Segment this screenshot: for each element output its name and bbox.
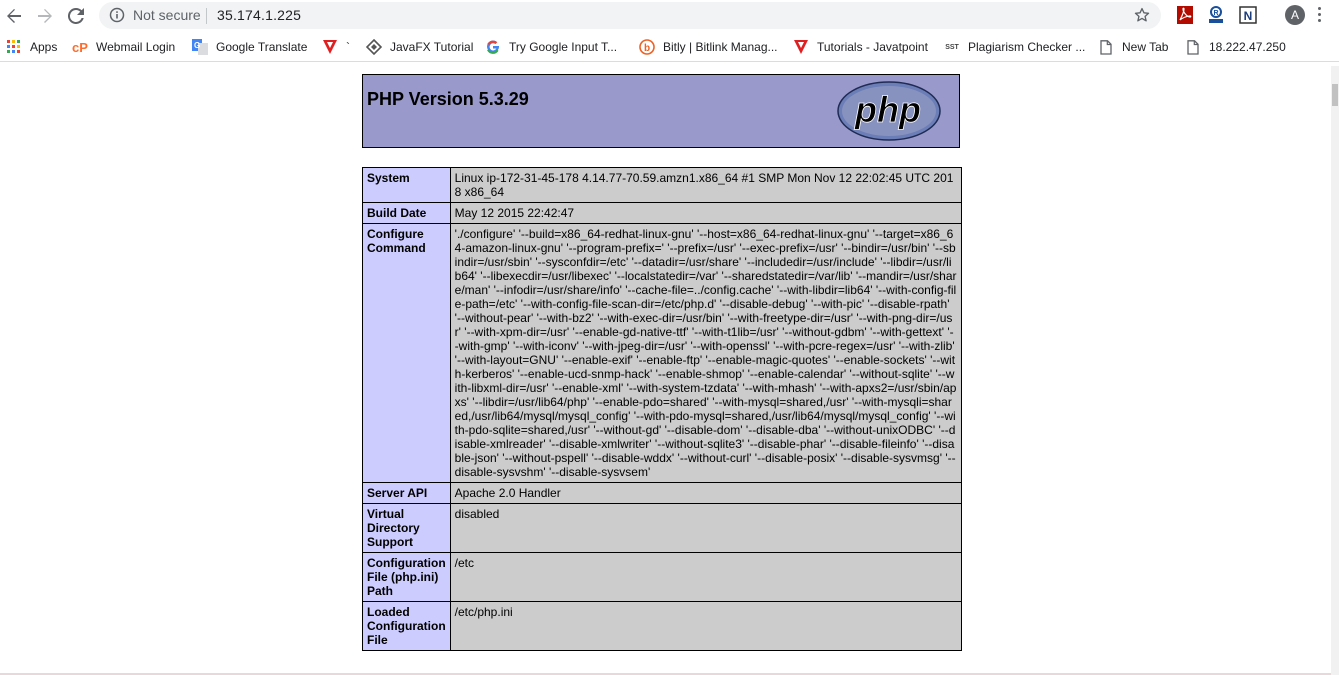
row-value: /etc: [449, 552, 963, 602]
bookmark-label: `: [346, 40, 350, 54]
table-row: Configure Command './configure' '--build…: [362, 223, 963, 483]
svg-text:N: N: [1244, 9, 1253, 23]
bookmark-label: Webmail Login: [96, 40, 176, 54]
phpinfo-table: System Linux ip-172-31-45-178 4.14.77-70…: [362, 167, 963, 651]
address-bar[interactable]: Not secure 35.174.1.225: [99, 2, 1161, 29]
bookmark-label: Try Google Input T...: [509, 40, 618, 54]
row-value: Linux ip-172-31-45-178 4.14.77-70.59.amz…: [449, 167, 963, 203]
google-g-icon: [485, 39, 501, 55]
bookmark-plagiarism-checker[interactable]: SST Plagiarism Checker ...: [944, 39, 1085, 55]
forward-button[interactable]: [33, 4, 57, 28]
reload-icon: [68, 8, 84, 24]
security-label: Not secure: [133, 7, 201, 23]
apps-grid-icon: [6, 39, 22, 55]
bookmark-google-input-tools[interactable]: Try Google Input T...: [485, 39, 617, 55]
bookmark-webmail-login[interactable]: cP Webmail Login: [72, 39, 175, 55]
bookmark-star-icon[interactable]: [1133, 6, 1151, 24]
bookmark-javatpoint[interactable]: Tutorials - Javatpoint: [793, 39, 928, 55]
row-value: './configure' '--build=x86_64-redhat-lin…: [449, 223, 963, 483]
profile-avatar[interactable]: A: [1285, 5, 1305, 25]
row-key: Virtual Directory Support: [362, 503, 451, 553]
table-row: Build Date May 12 2015 22:42:47: [362, 202, 963, 224]
row-key: Build Date: [362, 202, 451, 224]
svg-text:b: b: [644, 43, 650, 54]
bookmark-google-translate[interactable]: G Google Translate: [192, 39, 307, 55]
row-key: System: [362, 167, 451, 203]
row-key: Configure Command: [362, 223, 451, 483]
svg-text:G: G: [194, 41, 200, 50]
bookmark-label: JavaFX Tutorial: [390, 40, 474, 54]
php-logo-text: php: [854, 89, 921, 130]
row-value: Apache 2.0 Handler: [449, 482, 963, 504]
back-button[interactable]: [2, 4, 26, 28]
table-row: Configuration File (php.ini) Path /etc: [362, 552, 963, 602]
translate-icon: G: [192, 39, 208, 55]
svg-text:R: R: [1213, 10, 1218, 17]
table-row: Loaded Configuration File /etc/php.ini: [362, 601, 963, 651]
bookmark-label: Bitly | Bitlink Manag...: [663, 40, 778, 54]
bookmark-label: Tutorials - Javatpoint: [817, 40, 928, 54]
row-key: Server API: [362, 482, 451, 504]
page-content: PHP Version 5.3.29 php System Linux ip-1…: [0, 66, 1331, 675]
acrobat-extension-icon[interactable]: [1175, 5, 1195, 25]
vertical-scrollbar[interactable]: [1331, 66, 1339, 675]
bookmark-label: Google Translate: [216, 40, 308, 54]
cpanel-icon: cP: [72, 39, 88, 55]
row-value: disabled: [449, 503, 963, 553]
table-row: System Linux ip-172-31-45-178 4.14.77-70…: [362, 167, 963, 203]
browser-toolbar: Not secure 35.174.1.225 R N A: [0, 0, 1339, 31]
bookmark-ip-address[interactable]: 18.222.47.250: [1185, 39, 1286, 55]
row-key: Loaded Configuration File: [362, 601, 451, 651]
bookmark-apps[interactable]: Apps: [6, 39, 57, 55]
php-logo: php: [837, 81, 941, 141]
diamond-icon: [366, 39, 382, 55]
row-key: Configuration File (php.ini) Path: [362, 552, 451, 602]
info-icon[interactable]: [109, 7, 125, 23]
address-separator: [206, 8, 207, 24]
bookmark-bitly[interactable]: b Bitly | Bitlink Manag...: [639, 39, 778, 55]
bookmark-label: Plagiarism Checker ...: [968, 40, 1086, 54]
back-arrow-icon: [7, 9, 21, 23]
grammar-extension-icon[interactable]: R: [1206, 5, 1226, 25]
notion-extension-icon[interactable]: N: [1238, 5, 1258, 25]
bookmark-label: New Tab: [1122, 40, 1169, 54]
scrollbar-thumb[interactable]: [1332, 84, 1338, 106]
row-value: /etc/php.ini: [449, 601, 963, 651]
bitly-icon: b: [639, 39, 655, 55]
page-title: PHP Version 5.3.29: [367, 89, 529, 109]
row-value: May 12 2015 22:42:47: [449, 202, 963, 224]
bookmarks-bar: Apps cP Webmail Login G Google Translate…: [0, 31, 1339, 62]
v-logo-icon: [793, 39, 809, 55]
bookmark-backtick[interactable]: `: [322, 39, 350, 55]
browser-menu-icon[interactable]: [1318, 7, 1322, 25]
bookmark-javafx-tutorial[interactable]: JavaFX Tutorial: [366, 39, 473, 55]
phpinfo-header: PHP Version 5.3.29 php: [362, 74, 960, 148]
sst-icon: SST: [945, 43, 959, 51]
bookmark-label: 18.222.47.250: [1209, 40, 1286, 54]
page-icon: [1185, 39, 1201, 55]
v-logo-icon: [322, 39, 338, 55]
url-text[interactable]: 35.174.1.225: [217, 7, 301, 23]
bookmark-new-tab[interactable]: New Tab: [1098, 39, 1168, 55]
svg-text:cP: cP: [72, 40, 88, 54]
table-row: Server API Apache 2.0 Handler: [362, 482, 963, 504]
table-row: Virtual Directory Support disabled: [362, 503, 963, 553]
bookmark-label: Apps: [30, 40, 58, 54]
forward-arrow-icon: [38, 9, 52, 23]
reload-button[interactable]: [64, 4, 88, 28]
page-icon: [1098, 39, 1114, 55]
